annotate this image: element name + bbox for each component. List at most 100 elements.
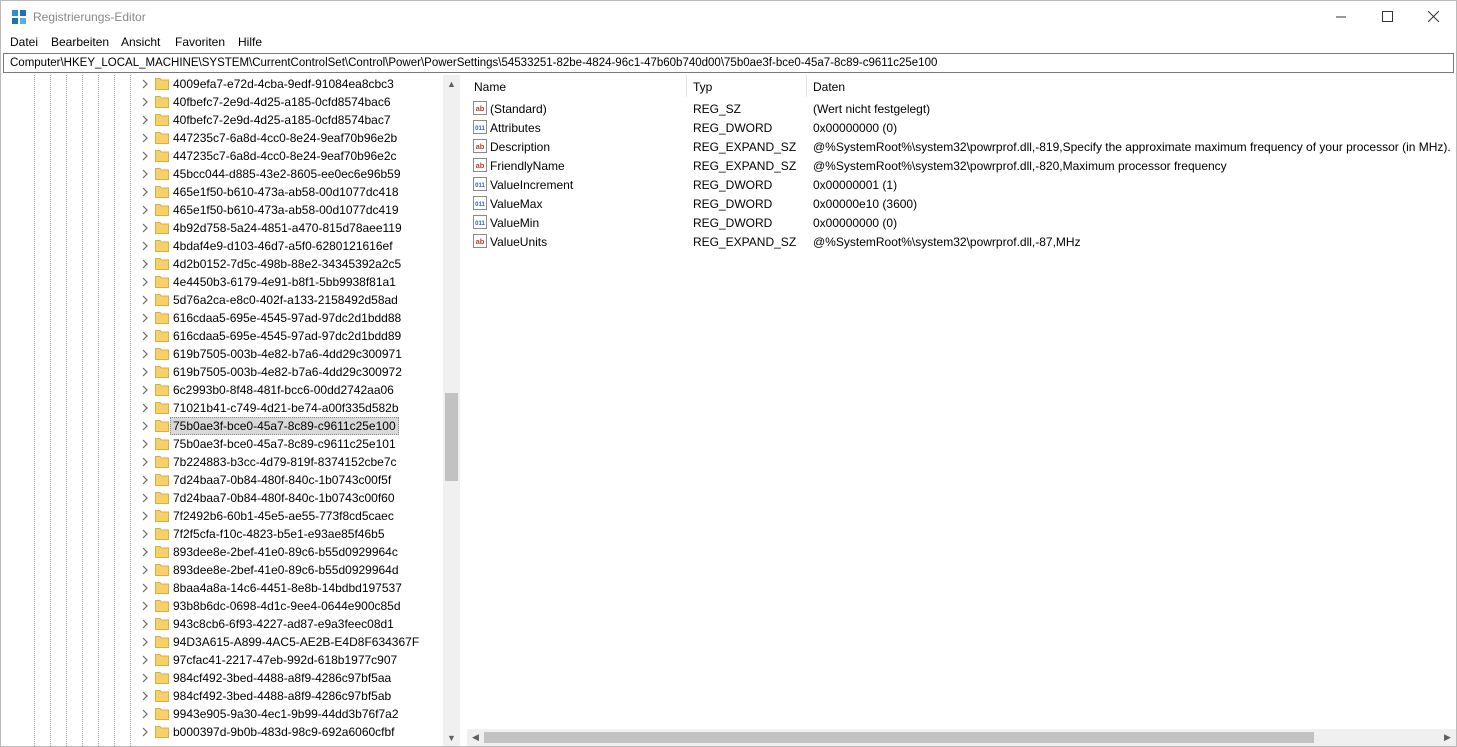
chevron-right-icon[interactable] <box>140 114 150 126</box>
tree-key-item[interactable]: 4bdaf4e9-d103-46d7-a5f0-6280121616ef <box>3 237 443 255</box>
tree-key-item[interactable]: 8baa4a8a-14c6-4451-8e8b-14bdbd197537 <box>3 579 443 597</box>
chevron-right-icon[interactable] <box>140 276 150 288</box>
chevron-right-icon[interactable] <box>140 438 150 450</box>
chevron-right-icon[interactable] <box>140 528 150 540</box>
tree-key-item[interactable]: 6c2993b0-8f48-481f-bcc6-00dd2742aa06 <box>3 381 443 399</box>
tree-key-item[interactable]: b000397d-9b0b-483d-98c9-692a6060cfbf <box>3 723 443 741</box>
chevron-right-icon[interactable] <box>140 726 150 738</box>
tree-key-item[interactable]: 893dee8e-2bef-41e0-89c6-b55d0929964d <box>3 561 443 579</box>
chevron-right-icon[interactable] <box>140 420 150 432</box>
chevron-right-icon[interactable] <box>140 474 150 486</box>
chevron-right-icon[interactable] <box>140 492 150 504</box>
chevron-right-icon[interactable] <box>140 600 150 612</box>
chevron-right-icon[interactable] <box>140 348 150 360</box>
value-row[interactable]: 011 Attributes REG_DWORD 0x00000000 (0) <box>467 118 1456 137</box>
tree-key-item[interactable]: 616cdaa5-695e-4545-97ad-97dc2d1bdd88 <box>3 309 443 327</box>
chevron-right-icon[interactable] <box>140 636 150 648</box>
column-header-data[interactable]: Daten <box>813 80 845 94</box>
scroll-down-arrow-icon[interactable]: ▼ <box>443 729 460 746</box>
tree-key-item[interactable]: 447235c7-6a8d-4cc0-8e24-9eaf70b96e2b <box>3 129 443 147</box>
chevron-right-icon[interactable] <box>140 654 150 666</box>
address-bar[interactable]: Computer\HKEY_LOCAL_MACHINE\SYSTEM\Curre… <box>3 53 1454 73</box>
list-scroll-thumb[interactable] <box>484 732 1314 743</box>
scroll-right-arrow-icon[interactable]: ▶ <box>1439 729 1456 746</box>
value-row[interactable]: ab FriendlyName REG_EXPAND_SZ @%SystemRoot%… <box>467 156 1456 175</box>
chevron-right-icon[interactable] <box>140 546 150 558</box>
minimize-button[interactable] <box>1318 1 1364 32</box>
tree-key-item[interactable]: 5d76a2ca-e8c0-402f-a133-2158492d58ad <box>3 291 443 309</box>
tree-key-item[interactable]: 7d24baa7-0b84-480f-840c-1b0743c00f60 <box>3 489 443 507</box>
tree-key-item[interactable]: 93b8b6dc-0698-4d1c-9ee4-0644e900c85d <box>3 597 443 615</box>
chevron-right-icon[interactable] <box>140 402 150 414</box>
chevron-right-icon[interactable] <box>140 384 150 396</box>
value-row[interactable]: 011 ValueIncrement REG_DWORD 0x00000001 (1) <box>467 175 1456 194</box>
tree-key-item[interactable]: 943c8cb6-6f93-4227-ad87-e9a3feec08d1 <box>3 615 443 633</box>
close-button[interactable] <box>1410 1 1456 32</box>
values-list-pane[interactable]: Name Typ Daten ab (Standard) REG_SZ (Wert n… <box>467 75 1456 746</box>
tree-key-item[interactable]: 75b0ae3f-bce0-45a7-8c89-c9611c25e101 <box>3 435 443 453</box>
scroll-left-arrow-icon[interactable]: ◀ <box>467 729 484 746</box>
chevron-right-icon[interactable] <box>140 204 150 216</box>
chevron-right-icon[interactable] <box>140 294 150 306</box>
tree-key-item[interactable]: 97cfac41-2217-47eb-992d-618b1977c907 <box>3 651 443 669</box>
tree-key-item[interactable]: 984cf492-3bed-4488-a8f9-4286c97bf5aa <box>3 669 443 687</box>
value-row[interactable]: 011 ValueMin REG_DWORD 0x00000000 (0) <box>467 213 1456 232</box>
column-divider[interactable] <box>686 75 687 97</box>
chevron-right-icon[interactable] <box>140 132 150 144</box>
chevron-right-icon[interactable] <box>140 96 150 108</box>
tree-key-item[interactable]: 465e1f50-b610-473a-ab58-00d1077dc419 <box>3 201 443 219</box>
tree-key-item[interactable]: 619b7505-003b-4e82-b7a6-4dd29c300971 <box>3 345 443 363</box>
tree-key-item[interactable]: 40fbefc7-2e9d-4d25-a185-0cfd8574bac7 <box>3 111 443 129</box>
chevron-right-icon[interactable] <box>140 690 150 702</box>
tree-key-item[interactable]: 4b92d758-5a24-4851-a470-815d78aee119 <box>3 219 443 237</box>
column-divider[interactable] <box>806 75 807 97</box>
tree-key-item[interactable]: 75b0ae3f-bce0-45a7-8c89-c9611c25e100 <box>3 417 443 435</box>
tree-key-item[interactable]: 7d24baa7-0b84-480f-840c-1b0743c00f5f <box>3 471 443 489</box>
value-row[interactable]: ab Description REG_EXPAND_SZ @%SystemRoot%\… <box>467 137 1456 156</box>
chevron-right-icon[interactable] <box>140 186 150 198</box>
tree-key-item[interactable]: 616cdaa5-695e-4545-97ad-97dc2d1bdd89 <box>3 327 443 345</box>
chevron-right-icon[interactable] <box>140 150 150 162</box>
chevron-right-icon[interactable] <box>140 708 150 720</box>
tree-key-item[interactable]: 40fbefc7-2e9d-4d25-a185-0cfd8574bac6 <box>3 93 443 111</box>
menu-favoriten[interactable]: Favoriten <box>175 35 225 49</box>
chevron-right-icon[interactable] <box>140 582 150 594</box>
tree-key-item[interactable]: 71021b41-c749-4d21-be74-a00f335d582b <box>3 399 443 417</box>
key-tree-pane[interactable]: 4009efa7-e72d-4cba-9edf-91084ea8cbc3 40fb… <box>3 75 462 746</box>
chevron-right-icon[interactable] <box>140 168 150 180</box>
tree-key-item[interactable]: 619b7505-003b-4e82-b7a6-4dd29c300972 <box>3 363 443 381</box>
tree-key-item[interactable]: 45bcc044-d885-43e2-8605-ee0ec6e96b59 <box>3 165 443 183</box>
menu-datei[interactable]: Datei <box>10 35 38 49</box>
chevron-right-icon[interactable] <box>140 510 150 522</box>
tree-key-item[interactable]: 4d2b0152-7d5c-498b-88e2-34345392a2c5 <box>3 255 443 273</box>
chevron-right-icon[interactable] <box>140 240 150 252</box>
tree-key-item[interactable]: 94D3A615-A899-4AC5-AE2B-E4D8F634367F <box>3 633 443 651</box>
menu-bearbeiten[interactable]: Bearbeiten <box>51 35 109 49</box>
tree-key-item[interactable]: 4009efa7-e72d-4cba-9edf-91084ea8cbc3 <box>3 75 443 93</box>
scroll-up-arrow-icon[interactable]: ▲ <box>443 75 460 92</box>
value-row[interactable]: 011 ValueMax REG_DWORD 0x00000e10 (3600) <box>467 194 1456 213</box>
chevron-right-icon[interactable] <box>140 222 150 234</box>
value-row[interactable]: ab ValueUnits REG_EXPAND_SZ @%SystemRoot%\s… <box>467 232 1456 251</box>
menu-ansicht[interactable]: Ansicht <box>121 35 160 49</box>
tree-vertical-scrollbar[interactable]: ▲ ▼ <box>443 75 460 746</box>
chevron-right-icon[interactable] <box>140 258 150 270</box>
tree-key-item[interactable]: 447235c7-6a8d-4cc0-8e24-9eaf70b96e2c <box>3 147 443 165</box>
tree-key-item[interactable]: 465e1f50-b610-473a-ab58-00d1077dc418 <box>3 183 443 201</box>
chevron-right-icon[interactable] <box>140 78 150 90</box>
tree-key-item[interactable]: 4e4450b3-6179-4e91-b8f1-5bb9938f81a1 <box>3 273 443 291</box>
tree-key-item[interactable]: 7f2492b6-60b1-45e5-ae55-773f8cd5caec <box>3 507 443 525</box>
column-header-name[interactable]: Name <box>474 80 506 94</box>
chevron-right-icon[interactable] <box>140 366 150 378</box>
chevron-right-icon[interactable] <box>140 672 150 684</box>
tree-key-item[interactable]: 9943e905-9a30-4ec1-9b99-44dd3b76f7a2 <box>3 705 443 723</box>
tree-key-item[interactable]: 7b224883-b3cc-4d79-819f-8374152cbe7c <box>3 453 443 471</box>
chevron-right-icon[interactable] <box>140 618 150 630</box>
tree-scroll-thumb[interactable] <box>445 393 458 481</box>
tree-key-item[interactable]: 7f2f5cfa-f10c-4823-b5e1-e93ae85f46b5 <box>3 525 443 543</box>
menu-hilfe[interactable]: Hilfe <box>238 35 262 49</box>
chevron-right-icon[interactable] <box>140 456 150 468</box>
chevron-right-icon[interactable] <box>140 330 150 342</box>
column-header-type[interactable]: Typ <box>693 80 712 94</box>
chevron-right-icon[interactable] <box>140 312 150 324</box>
